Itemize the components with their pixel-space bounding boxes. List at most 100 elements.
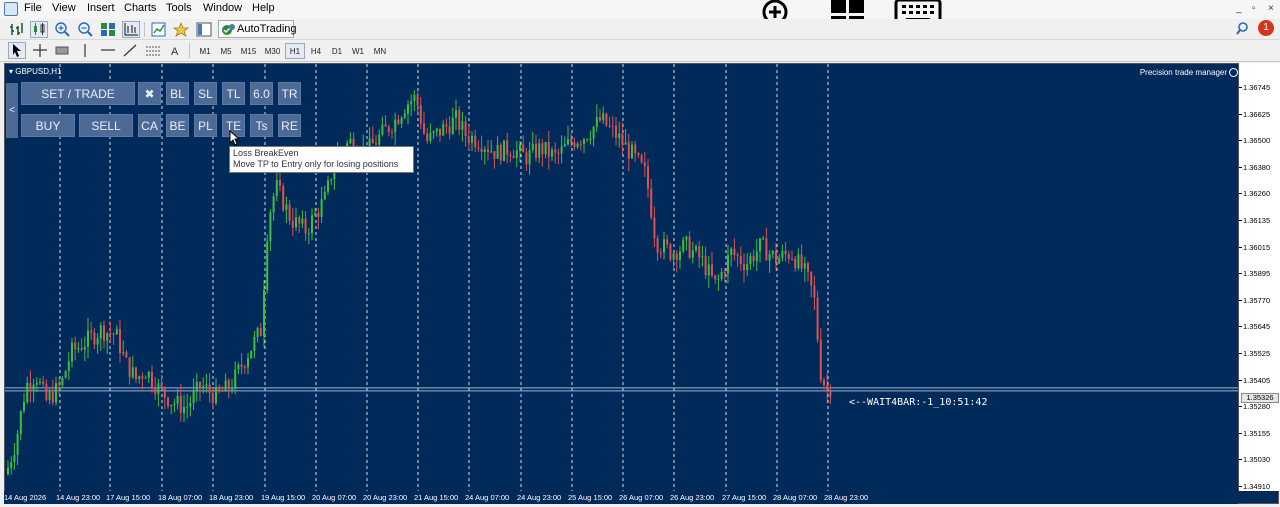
autotrading-button[interactable]: AutoTrading [218, 20, 297, 38]
rectangle-tool-icon[interactable] [53, 42, 71, 59]
candle-body [285, 204, 288, 211]
close-button[interactable]: × [1268, 3, 1274, 14]
close-all-button[interactable]: ✖ [138, 82, 161, 105]
candle-body [71, 342, 73, 362]
re-button[interactable]: RE [278, 114, 301, 137]
price-tick-label: 1.35030 [1243, 455, 1271, 465]
chart-window[interactable]: ▾ GBPUSD,H1 Precision trade manager <--W… [4, 63, 1279, 504]
price-axis[interactable]: 1.35326 1.36745 1.36625 1.36500 1.36380 1.36… [1238, 63, 1280, 491]
candle-body [730, 248, 733, 255]
candle-body [269, 212, 272, 242]
candle-body [381, 124, 384, 135]
text-tool-icon[interactable]: A [166, 42, 184, 59]
menu-file[interactable]: File [24, 2, 42, 14]
cursor-tool-icon[interactable] [8, 42, 26, 59]
price-tick-label: 1.35645 [1243, 322, 1271, 332]
chart-shift-icon[interactable] [122, 21, 140, 38]
timeframe-h1[interactable]: H1 [285, 43, 305, 59]
bar-chart-icon[interactable] [8, 21, 26, 38]
candle-body [218, 386, 221, 391]
tl-button[interactable]: TL [222, 82, 245, 105]
candle-body [784, 250, 787, 255]
standard-toolbar: AutoTrading 1 [0, 19, 1280, 40]
candle-body [691, 250, 694, 258]
candle-body [752, 255, 755, 262]
candle-body [247, 358, 249, 368]
notification-badge[interactable]: 1 [1258, 20, 1274, 36]
candle-body [499, 144, 502, 161]
sl-button[interactable]: SL [194, 82, 217, 105]
candle-body [490, 151, 493, 153]
channel-tool-icon[interactable] [144, 42, 162, 59]
candle-body [416, 94, 419, 106]
candlestick-chart-icon[interactable] [30, 21, 48, 38]
crosshair-tool-icon[interactable] [31, 42, 49, 59]
menu-help[interactable]: Help [252, 2, 275, 14]
timeframe-d1[interactable]: D1 [327, 43, 347, 59]
timeframe-w1[interactable]: W1 [348, 43, 368, 59]
price-tick [1239, 432, 1242, 434]
sell-button[interactable]: SELL [79, 114, 133, 137]
candle-body [557, 152, 560, 154]
time-axis[interactable]: 14 Aug 2026 14 Aug 23:00 17 Aug 15:00 18 Au… [4, 491, 1238, 504]
timeframe-h4[interactable]: H4 [306, 43, 326, 59]
timeframe-m30[interactable]: M30 [261, 43, 284, 59]
candle-body [714, 275, 717, 280]
buy-button[interactable]: BUY [21, 114, 75, 137]
indicators-icon[interactable] [150, 21, 168, 38]
candle-body [717, 278, 720, 280]
search-icon[interactable] [1236, 22, 1250, 41]
ca-button[interactable]: CA [138, 114, 161, 137]
timeframe-mn[interactable]: MN [369, 43, 391, 59]
trendline-tool-icon[interactable] [121, 42, 139, 59]
panel-collapse-tab[interactable]: < [6, 83, 18, 138]
pl-button[interactable]: PL [194, 114, 217, 137]
candle-body [103, 325, 105, 341]
candle-body [311, 215, 313, 234]
tile-windows-icon[interactable] [99, 21, 117, 38]
be-button[interactable]: BE [166, 114, 189, 137]
menu-insert[interactable]: Insert [87, 2, 115, 14]
candle-body [410, 101, 413, 105]
navigator-icon[interactable] [195, 21, 213, 38]
price-tick-label: 1.35280 [1243, 402, 1271, 412]
timeframe-m1[interactable]: M1 [195, 43, 215, 59]
candle-body [295, 217, 297, 228]
candle-body [93, 332, 96, 345]
candle-body [723, 271, 726, 274]
set-trade-button[interactable]: SET / TRADE [21, 82, 135, 105]
restore-button[interactable]: ▫ [1252, 3, 1256, 14]
candle-body [189, 402, 192, 407]
menu-window[interactable]: Window [203, 2, 242, 14]
price-tick [1239, 379, 1242, 381]
ts-button[interactable]: Ts [250, 114, 273, 137]
horizontal-line-tool-icon[interactable] [99, 42, 117, 59]
candle-body [711, 264, 713, 276]
candle-body [131, 367, 134, 378]
zoom-in-chart-icon[interactable] [53, 21, 71, 38]
vertical-line-tool-icon[interactable] [76, 42, 94, 59]
candle-body [483, 149, 486, 152]
candle-body [535, 143, 537, 158]
expert-advisors-icon[interactable] [172, 21, 190, 38]
tr-button[interactable]: TR [278, 82, 301, 105]
timeframe-m5[interactable]: M5 [216, 43, 236, 59]
candle-body [240, 364, 243, 367]
candle-body [227, 380, 230, 390]
price-tick [1239, 406, 1242, 408]
price-plot[interactable] [5, 64, 1239, 492]
zoom-out-chart-icon[interactable] [76, 21, 94, 38]
timeframe-m15[interactable]: M15 [237, 43, 260, 59]
menu-tools[interactable]: Tools [166, 2, 192, 14]
candle-body [576, 143, 579, 148]
menu-charts[interactable]: Charts [124, 2, 156, 14]
candle-body [743, 263, 745, 271]
candle-body [704, 256, 707, 276]
price-tick [1239, 140, 1242, 142]
bl-button[interactable]: BL [166, 82, 189, 105]
lot-size-button[interactable]: 6.0 [250, 82, 273, 105]
minimize-button[interactable]: _ [1236, 3, 1242, 14]
candle-body [317, 212, 320, 217]
menu-view[interactable]: View [52, 2, 76, 14]
time-tick-label: 24 Aug 07:00 [465, 493, 510, 502]
